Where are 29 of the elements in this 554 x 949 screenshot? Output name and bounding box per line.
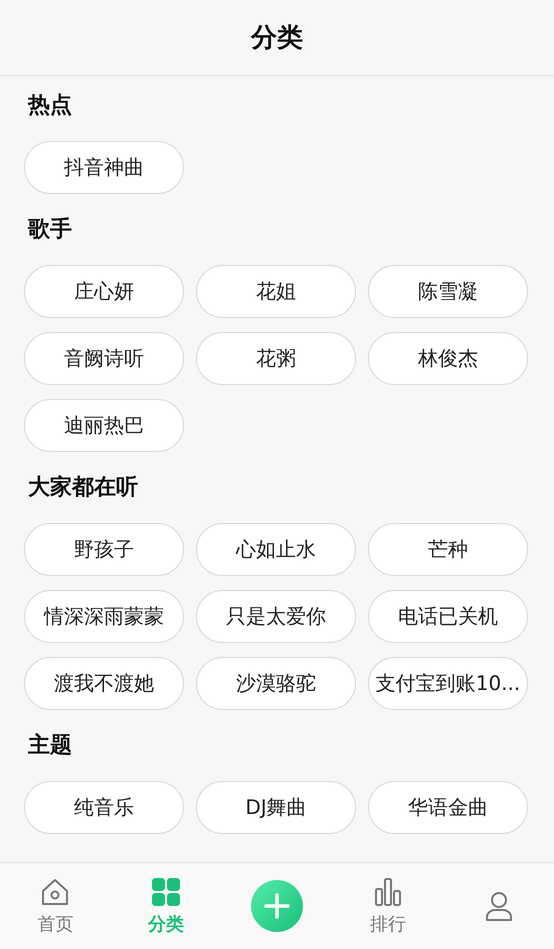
tag-chip[interactable]: 庄心妍 <box>24 265 184 318</box>
tag-chip[interactable]: 林俊杰 <box>368 332 528 385</box>
page-title: 分类 <box>251 22 303 55</box>
section-title: 主题 <box>28 732 73 760</box>
tag-chip[interactable]: 电话已关机 <box>368 590 528 643</box>
tag-chip[interactable]: DJ舞曲 <box>196 781 356 834</box>
tag-chip[interactable]: 只是太爱你 <box>196 590 356 643</box>
tab-item[interactable]: 排行 <box>370 876 406 936</box>
tag-chip[interactable]: 情深深雨蒙蒙 <box>24 590 184 643</box>
tag-chip[interactable]: 支付宝到账10... <box>368 657 528 710</box>
section-title: 歌手 <box>28 216 73 244</box>
tag-chip[interactable]: 野孩子 <box>24 523 184 576</box>
tab-item[interactable]: 首页 <box>37 876 74 936</box>
tag-chip[interactable]: 抖音神曲 <box>24 141 184 194</box>
tag-chip[interactable]: 音阙诗听 <box>24 332 184 385</box>
section-title: 大家都在听 <box>28 474 139 502</box>
section-title: 热点 <box>28 92 73 120</box>
tag-chip[interactable]: 华语金曲 <box>368 781 528 834</box>
tag-chip[interactable]: 沙漠骆驼 <box>196 657 356 710</box>
tag-chip[interactable]: 渡我不渡她 <box>24 657 184 710</box>
tag-chip[interactable]: 芒种 <box>368 523 528 576</box>
tag-chip[interactable]: 花姐 <box>196 265 356 318</box>
tag-chip[interactable]: 心如止水 <box>196 523 356 576</box>
tag-chip[interactable]: 纯音乐 <box>24 781 184 834</box>
tag-chip[interactable]: 迪丽热巴 <box>24 399 184 452</box>
tag-chip[interactable]: 陈雪凝 <box>368 265 528 318</box>
plus-icon <box>262 892 291 920</box>
grid-icon <box>150 876 182 908</box>
tag-chip[interactable]: 花粥 <box>196 332 356 385</box>
